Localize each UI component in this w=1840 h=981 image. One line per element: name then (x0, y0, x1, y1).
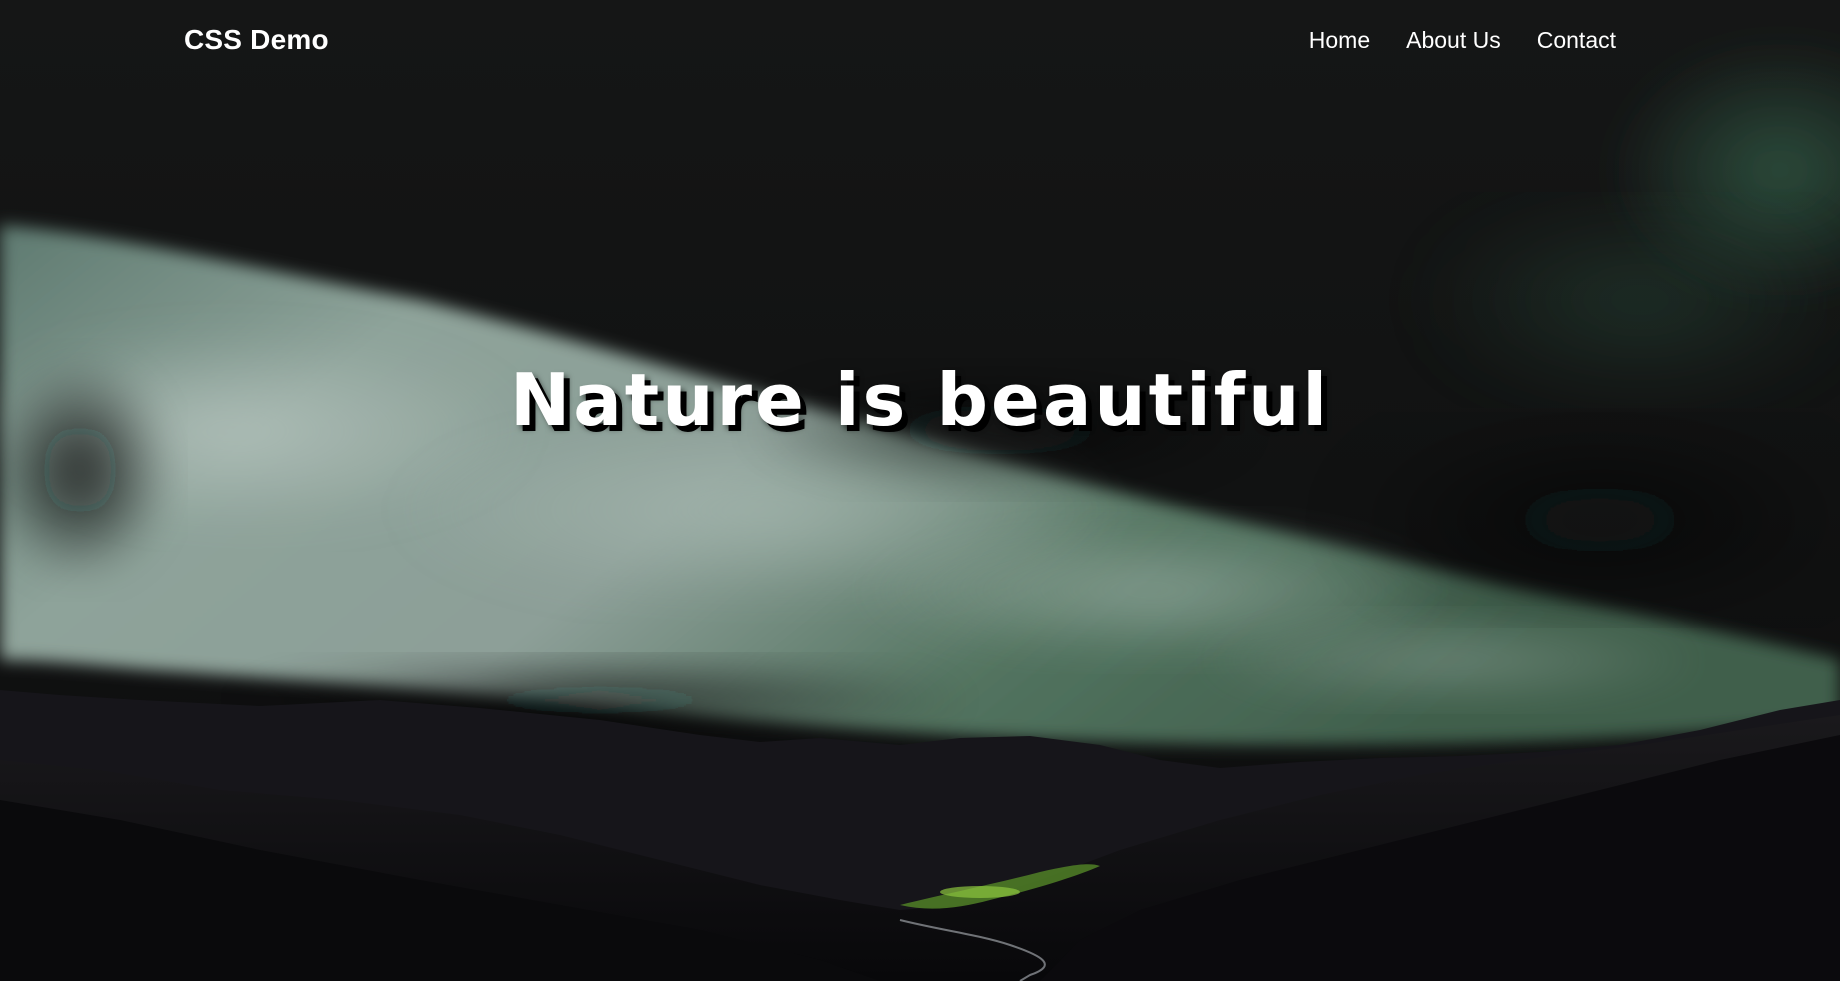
nav-item-home: Home (1309, 24, 1370, 56)
hero-background-image (0, 0, 1840, 981)
nav-link-about-us[interactable]: About Us (1406, 27, 1501, 53)
brand-logo[interactable]: CSS Demo (184, 22, 329, 58)
nav-item-contact: Contact (1537, 24, 1616, 56)
nav-item-about-us: About Us (1406, 24, 1501, 56)
nav-link-contact[interactable]: Contact (1537, 27, 1616, 53)
landing-page: CSS Demo Home About Us Contact Nature is… (0, 0, 1840, 981)
hero-title: Nature is beautiful (509, 358, 1331, 442)
navbar: CSS Demo Home About Us Contact (0, 0, 1840, 80)
nav-menu: Home About Us Contact (1309, 24, 1616, 56)
nav-link-home[interactable]: Home (1309, 27, 1370, 53)
